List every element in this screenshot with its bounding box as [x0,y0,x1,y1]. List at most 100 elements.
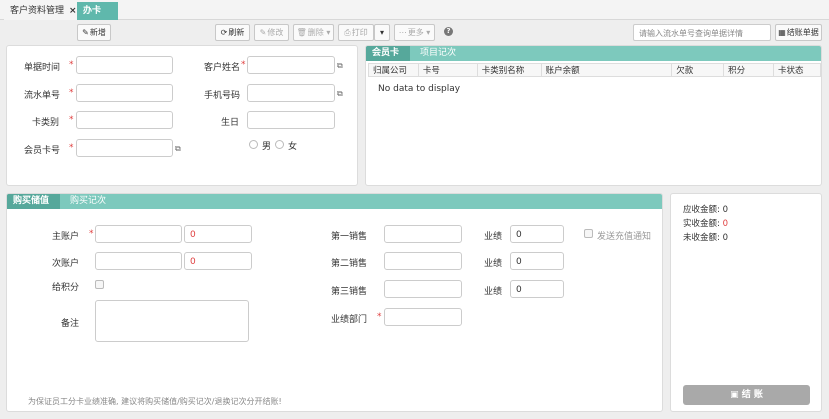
customer-name-label: 客户姓名 [204,63,241,73]
perf2-input[interactable]: 0 [510,252,564,270]
required-mark: * [377,312,382,322]
gender-male-radio[interactable] [249,140,258,149]
perf3-input[interactable]: 0 [510,280,564,298]
column-header[interactable]: 归属公司 [368,63,419,77]
column-header[interactable]: 卡类别名称 [476,63,542,77]
column-header[interactable]: 卡状态 [773,63,821,77]
edit-square-icon: ✎ [82,28,89,37]
main-account-label: 主账户 [52,232,80,242]
grid-icon: ▦ [778,28,786,37]
dept-input[interactable] [384,308,462,326]
tab-purchase-stored-value[interactable]: 购买储值 [7,194,60,209]
serial-no-label: 流水单号 [24,91,61,101]
sub-account-label: 次账户 [52,259,80,269]
delete-button[interactable]: 🗑删除 ▾ [293,24,334,41]
card-table: 归属公司 卡号 卡类别名称 账户余额 欠款 积分 卡状态 [368,63,821,77]
trash-icon: 🗑 [296,28,307,37]
copy-icon[interactable]: ⧉ [175,144,181,154]
required-mark: * [69,143,74,153]
received-total: 实收金额: 0 [683,219,728,229]
sales3-input[interactable] [384,280,462,298]
empty-table-text: No data to display [378,84,461,94]
card-type-input[interactable] [76,111,173,129]
required-mark: * [89,229,94,239]
print-button[interactable]: ⎙打印 [338,24,374,41]
customer-name-input[interactable] [247,56,335,74]
sales2-label: 第二销售 [331,259,368,269]
unreceived-total: 未收金额: 0 [683,233,728,243]
copy-icon[interactable]: ⧉ [337,61,343,71]
column-header[interactable]: 账户余额 [540,63,673,77]
give-points-label: 给积分 [52,283,80,293]
tab-item-count[interactable]: 项目记次 [414,46,462,61]
required-mark: * [241,60,246,70]
remark-label: 备注 [61,319,80,329]
performance-label: 业绩 [484,287,503,297]
save-icon: ▣ [730,390,739,400]
copy-icon[interactable]: ⧉ [337,89,343,99]
phone-label: 手机号码 [204,91,241,101]
column-header[interactable]: 卡号 [417,63,478,77]
sub-account-input[interactable] [95,252,182,270]
gender-female-radio[interactable] [275,140,284,149]
notify-label: 发送充值通知 [597,232,652,242]
perf1-input[interactable]: 0 [510,225,564,243]
card-type-label: 卡类别 [32,118,60,128]
refresh-button[interactable]: ⟳刷新 [215,24,250,41]
card-panel-tabs: 会员卡 项目记次 [366,46,821,61]
column-header[interactable]: 积分 [723,63,775,77]
gender-male-label: 男 [262,142,272,152]
more-icon: ⋯ [398,28,407,37]
edit-button[interactable]: ✎修改 [254,24,289,41]
performance-label: 业绩 [484,259,503,269]
tab-member-card[interactable]: 会员卡 [366,46,410,61]
more-button[interactable]: ⋯更多 ▾ [394,24,435,41]
sales3-label: 第三销售 [331,287,368,297]
sales2-input[interactable] [384,252,462,270]
member-card-label: 会员卡号 [24,146,61,156]
column-header[interactable]: 欠款 [671,63,725,77]
main-account-input[interactable] [95,225,182,243]
birthday-input[interactable] [247,111,335,129]
required-mark: * [69,115,74,125]
printer-icon: ⎙ [344,28,351,37]
caret-down-icon: ▾ [379,28,384,37]
phone-input[interactable] [247,84,335,102]
refresh-icon: ⟳ [220,28,228,37]
search-input[interactable]: 请输入流水单号查询单据详情 [633,24,771,41]
tab-label: 办卡 [83,6,102,16]
required-mark: * [69,88,74,98]
wrench-icon: ✎ [259,28,267,37]
tab-label: 客户资料管理 [10,6,65,16]
required-mark: * [69,60,74,70]
tab-bar: 客户资料管理 × 办卡× [0,0,829,34]
close-icon[interactable]: × [69,6,77,16]
tab-purchase-count[interactable]: 购买记次 [64,194,112,209]
main-account-amount[interactable]: 0 [184,225,252,243]
give-points-checkbox[interactable] [95,280,104,289]
settle-doc-button[interactable]: ▦结账单据 [775,24,822,41]
sales1-input[interactable] [384,225,462,243]
notify-checkbox[interactable] [584,229,593,238]
settle-tip-text: 为保证员工分卡业绩准确, 建议将购买储值/购买记次/退换记次分开结账! [28,397,282,406]
receivable-total: 应收金额: 0 [683,205,728,215]
dept-label: 业绩部门 [331,315,368,325]
sub-account-amount[interactable]: 0 [184,252,252,270]
tab-customer-management[interactable]: 客户资料管理 × [4,2,83,20]
birthday-label: 生日 [221,118,240,128]
settle-button[interactable]: ▣ 结 账 [683,385,810,405]
sales1-label: 第一销售 [331,232,368,242]
gender-female-label: 女 [288,142,298,152]
performance-label: 业绩 [484,232,503,242]
member-card-panel: 会员卡 项目记次 归属公司 卡号 卡类别名称 账户余额 欠款 积分 卡状态 No… [365,45,822,186]
help-icon[interactable]: ? [444,27,453,36]
table-header-row: 归属公司 卡号 卡类别名称 账户余额 欠款 积分 卡状态 [368,63,821,77]
doc-time-input[interactable] [76,56,173,74]
member-card-input[interactable] [76,139,173,157]
tab-card-issue[interactable]: 办卡× [77,2,118,34]
serial-no-input[interactable] [76,84,173,102]
remark-textarea[interactable] [95,300,249,342]
print-dropdown-button[interactable]: ▾ [374,24,390,41]
new-button[interactable]: ✎新增 [77,24,111,41]
purchase-panel-tabs: 购买储值 购买记次 [7,194,662,209]
